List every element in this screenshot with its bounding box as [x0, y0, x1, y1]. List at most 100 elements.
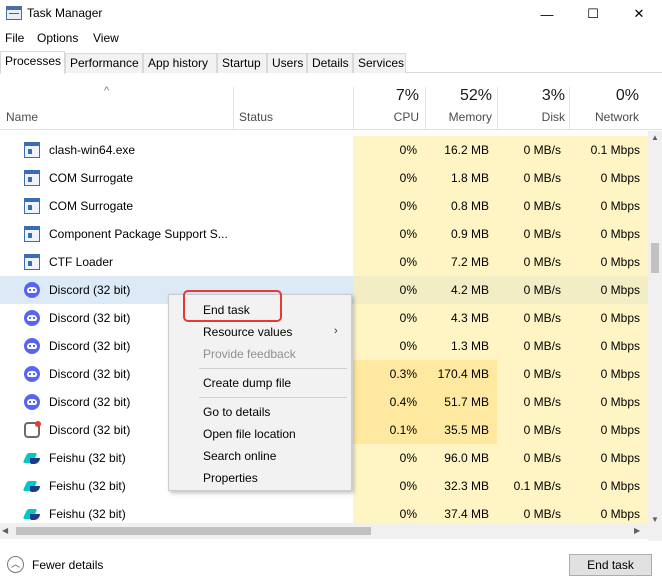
menu-item-properties[interactable]: Properties [203, 471, 258, 485]
vertical-scrollbar[interactable]: ▲ ▼ [648, 131, 662, 541]
discord-icon [24, 338, 40, 354]
disk-value: 0 MB/s [497, 388, 569, 416]
column-header: ^ Name Status 7% CPU 52% Memory 3% Disk … [0, 73, 662, 130]
network-value: 0 Mbps [569, 332, 648, 360]
discord-icon [24, 282, 40, 298]
end-task-button[interactable]: End task [569, 554, 652, 576]
tab-details[interactable]: Details [307, 53, 353, 73]
col-cpu-header[interactable]: CPU [353, 110, 419, 124]
tab-users[interactable]: Users [267, 53, 307, 73]
col-name-header[interactable]: Name [6, 110, 38, 124]
memory-value: 1.3 MB [425, 332, 497, 360]
memory-value: 4.2 MB [425, 276, 497, 304]
menu-item-resource-values[interactable]: Resource values [203, 325, 292, 339]
menu-options[interactable]: Options [37, 31, 78, 45]
col-cpu-pct[interactable]: 7% [353, 87, 419, 105]
disk-value: 0 MB/s [497, 332, 569, 360]
context-menu: End task Resource values › Provide feedb… [168, 294, 352, 491]
menu-item-go-to-details[interactable]: Go to details [203, 405, 270, 419]
process-name: COM Surrogate [49, 199, 134, 213]
disk-value: 0 MB/s [497, 416, 569, 444]
cpu-value: 0% [353, 444, 425, 472]
table-row[interactable]: CTF Loader 0% 7.2 MB 0 MB/s 0 Mbps [0, 248, 648, 276]
memory-value: 51.7 MB [425, 388, 497, 416]
disk-value: 0 MB/s [497, 360, 569, 388]
discord-notify-icon [24, 421, 41, 438]
disk-value: 0 MB/s [497, 248, 569, 276]
horizontal-scroll-thumb[interactable] [16, 527, 371, 535]
memory-value: 96.0 MB [425, 444, 497, 472]
cpu-value: 0.1% [353, 416, 425, 444]
disk-value: 0 MB/s [497, 164, 569, 192]
table-row[interactable]: COM Surrogate 0% 1.8 MB 0 MB/s 0 Mbps [0, 164, 648, 192]
memory-value: 35.5 MB [425, 416, 497, 444]
menu-item-open-file-location[interactable]: Open file location [203, 427, 296, 441]
scroll-up-icon[interactable]: ▲ [648, 131, 662, 145]
tab-bar: Processes Performance App history Startu… [0, 51, 662, 74]
menu-file[interactable]: File [5, 31, 24, 45]
process-name: Component Package Support S... [49, 227, 228, 241]
col-network-header[interactable]: Network [569, 110, 639, 124]
memory-value: 7.2 MB [425, 248, 497, 276]
memory-value: 0.8 MB [425, 192, 497, 220]
network-value: 0 Mbps [569, 248, 648, 276]
minimize-button[interactable]: — [524, 0, 570, 28]
task-manager-icon [6, 6, 22, 20]
menu-view[interactable]: View [93, 31, 119, 45]
sort-ascending-icon: ^ [104, 85, 110, 97]
table-row[interactable]: Component Package Support S... 0% 0.9 MB 0 … [0, 220, 648, 248]
cpu-value: 0% [353, 220, 425, 248]
network-value: 0 Mbps [569, 220, 648, 248]
tab-app-history[interactable]: App history [143, 53, 217, 73]
menu-bar: File Options View [0, 28, 662, 48]
disk-value: 0 MB/s [497, 304, 569, 332]
app-window-icon [24, 254, 40, 270]
scroll-right-icon[interactable]: ▶ [634, 523, 640, 539]
network-value: 0 Mbps [569, 164, 648, 192]
cpu-value: 0% [353, 136, 425, 164]
cpu-value: 0% [353, 304, 425, 332]
network-value: 0 Mbps [569, 388, 648, 416]
col-disk-pct[interactable]: 3% [497, 87, 565, 105]
horizontal-scrollbar[interactable]: ◀ ▶ [0, 523, 662, 539]
col-memory-pct[interactable]: 52% [425, 87, 492, 105]
menu-item-end-task[interactable]: End task [203, 303, 250, 317]
cpu-value: 0% [353, 276, 425, 304]
app-window-icon [24, 198, 40, 214]
discord-icon [24, 310, 40, 326]
column-divider[interactable] [233, 87, 234, 130]
menu-item-search-online[interactable]: Search online [203, 449, 276, 463]
cpu-value: 0.3% [353, 360, 425, 388]
vertical-scroll-thumb[interactable] [651, 243, 659, 273]
fewer-details-link[interactable]: Fewer details [32, 558, 103, 572]
tab-startup[interactable]: Startup [217, 53, 267, 73]
table-row[interactable]: clash-win64.exe 0% 16.2 MB 0 MB/s 0.1 Mbps [0, 136, 648, 164]
disk-value: 0 MB/s [497, 136, 569, 164]
col-status-header[interactable]: Status [239, 110, 273, 124]
discord-icon [24, 394, 40, 410]
table-row[interactable]: COM Surrogate 0% 0.8 MB 0 MB/s 0 Mbps [0, 192, 648, 220]
memory-value: 4.3 MB [425, 304, 497, 332]
tab-services[interactable]: Services [353, 53, 406, 73]
menu-item-create-dump-file[interactable]: Create dump file [203, 376, 291, 390]
feishu-icon [24, 506, 40, 522]
disk-value: 0.1 MB/s [497, 472, 569, 500]
submenu-arrow-icon: › [334, 325, 338, 337]
col-network-pct[interactable]: 0% [569, 87, 639, 105]
title-bar: Task Manager — ☐ ✕ [0, 0, 662, 28]
scroll-left-icon[interactable]: ◀ [2, 523, 8, 539]
cpu-value: 0% [353, 164, 425, 192]
col-memory-header[interactable]: Memory [425, 110, 492, 124]
network-value: 0 Mbps [569, 472, 648, 500]
tab-performance[interactable]: Performance [65, 53, 143, 73]
tab-processes[interactable]: Processes [0, 51, 65, 74]
maximize-button[interactable]: ☐ [570, 0, 616, 28]
network-value: 0 Mbps [569, 416, 648, 444]
memory-value: 16.2 MB [425, 136, 497, 164]
close-button[interactable]: ✕ [616, 0, 662, 28]
app-window-icon [24, 226, 40, 242]
col-disk-header[interactable]: Disk [497, 110, 565, 124]
menu-item-provide-feedback: Provide feedback [203, 347, 296, 361]
disk-value: 0 MB/s [497, 220, 569, 248]
chevron-up-icon[interactable]: ︿ [7, 556, 24, 573]
